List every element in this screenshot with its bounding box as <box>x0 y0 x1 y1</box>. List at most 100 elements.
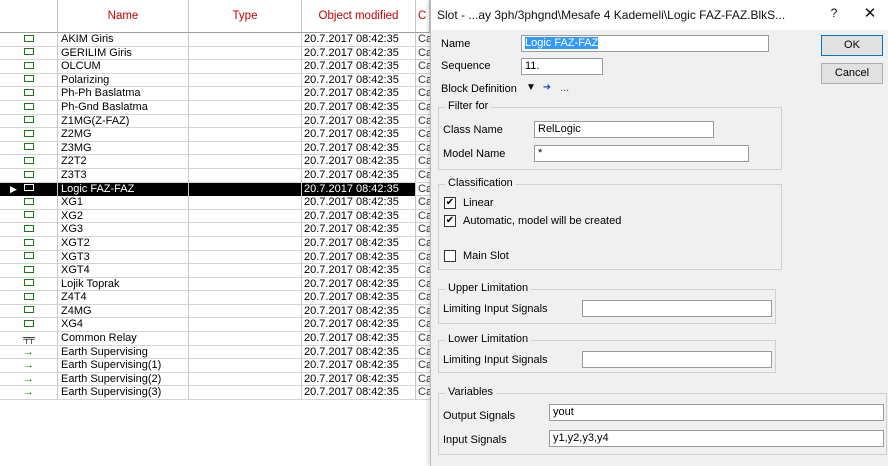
row-name: XG4 <box>58 318 189 332</box>
name-field[interactable]: Logic FAZ-FAZ <box>521 35 769 52</box>
table-row[interactable]: → Earth Supervising(3) 20.7.2017 08:42:35 C… <box>0 386 430 401</box>
check-icon: ✔ <box>445 197 455 208</box>
arrow-right-icon: → <box>23 359 34 372</box>
column-header-extra[interactable]: C <box>416 0 430 33</box>
row-modified: 20.7.2017 08:42:35 <box>302 236 416 250</box>
row-modified: 20.7.2017 08:42:35 <box>302 264 416 278</box>
slot-icon <box>23 48 34 56</box>
slot-icon <box>23 252 34 260</box>
block-definition-ellipsis[interactable]: ... <box>560 82 569 94</box>
table-row[interactable]: ╤╤ Common Relay 20.7.2017 08:42:35 Ca <box>0 332 430 346</box>
table-row[interactable]: XG4 20.7.2017 08:42:35 Ca <box>0 318 430 333</box>
arrow-right-icon: → <box>23 386 34 399</box>
slot-icon <box>23 156 34 164</box>
dialog-title: Slot - ...ay 3ph/3phgnd\Mesafe 4 Kademel… <box>437 8 786 22</box>
column-header-modified[interactable]: Object modified <box>302 0 416 33</box>
table-row[interactable]: → Earth Supervising 20.7.2017 08:42:35 Ca <box>0 345 430 360</box>
row-type <box>189 209 302 223</box>
row-name: Z3MG <box>58 141 189 155</box>
row-extra: Ca <box>418 332 430 345</box>
ok-button[interactable]: OK <box>821 35 883 56</box>
classification-group: Classification ✔ Linear ✔ Automatic, mod… <box>438 177 782 270</box>
row-type <box>189 141 302 155</box>
row-type <box>189 155 302 169</box>
table-row[interactable]: XG1 20.7.2017 08:42:35 Ca <box>0 196 430 210</box>
row-type <box>189 168 302 182</box>
row-extra: Ca <box>418 264 430 277</box>
class-name-label: Class Name <box>443 124 503 136</box>
row-icon-cell <box>0 318 58 332</box>
table-row[interactable]: Z4MG 20.7.2017 08:42:35 Ca <box>0 304 430 319</box>
table-row[interactable]: Polarizing 20.7.2017 08:42:35 Ca <box>0 73 430 88</box>
column-header-icon[interactable] <box>0 0 58 33</box>
slot-icon <box>23 292 34 300</box>
table-row[interactable]: Z3T3 20.7.2017 08:42:35 Ca <box>0 168 430 183</box>
table-row[interactable]: Z2MG 20.7.2017 08:42:35 Ca <box>0 128 430 142</box>
table-row[interactable]: XGT4 20.7.2017 08:42:35 Ca <box>0 264 430 278</box>
table-row[interactable]: → Earth Supervising(1) 20.7.2017 08:42:35 C… <box>0 359 430 373</box>
dialog-titlebar[interactable]: Slot - ...ay 3ph/3phgnd\Mesafe 4 Kademel… <box>431 0 888 30</box>
table-row[interactable]: OLCUM 20.7.2017 08:42:35 Ca <box>0 60 430 74</box>
table-row[interactable]: Lojik Toprak 20.7.2017 08:42:35 Ca <box>0 277 430 292</box>
table-row[interactable]: XG3 20.7.2017 08:42:35 Ca <box>0 223 430 237</box>
row-name: XG2 <box>58 209 189 223</box>
lower-limiting-field[interactable] <box>582 351 772 368</box>
column-header-type[interactable]: Type <box>189 0 302 33</box>
table-row[interactable]: Z1MG(Z-FAZ) 20.7.2017 08:42:35 Ca <box>0 114 430 129</box>
table-row[interactable]: XG2 20.7.2017 08:42:35 Ca <box>0 209 430 224</box>
automatic-checkbox[interactable]: ✔ <box>444 215 456 227</box>
table-row[interactable]: XGT3 20.7.2017 08:42:35 Ca <box>0 250 430 265</box>
model-name-field[interactable]: * <box>534 145 749 162</box>
table-row[interactable]: GERILIM Giris 20.7.2017 08:42:35 Ca <box>0 46 430 61</box>
slot-icon <box>23 197 34 205</box>
lower-limitation-title: Lower Limitation <box>445 333 532 345</box>
row-extra: Ca <box>418 318 430 331</box>
sequence-field[interactable]: 11. <box>521 58 603 75</box>
output-signals-label: Output Signals <box>443 410 516 422</box>
row-icon-cell <box>0 250 58 264</box>
class-name-field[interactable]: RelLogic <box>534 121 714 138</box>
table-row[interactable]: Z2T2 20.7.2017 08:42:35 Ca <box>0 155 430 169</box>
slot-icon <box>23 143 34 151</box>
column-header-name[interactable]: Name <box>58 0 189 33</box>
row-modified: 20.7.2017 08:42:35 <box>302 141 416 155</box>
row-modified: 20.7.2017 08:42:35 <box>302 155 416 169</box>
help-button[interactable]: ? <box>824 6 844 24</box>
slot-dialog: Slot - ...ay 3ph/3phgnd\Mesafe 4 Kademel… <box>430 0 888 466</box>
upper-limiting-field[interactable] <box>582 300 772 317</box>
chevron-down-icon[interactable]: ▼ <box>523 81 539 95</box>
row-type <box>189 304 302 318</box>
row-extra: Ca <box>418 114 430 127</box>
close-button[interactable]: ✕ <box>859 4 881 24</box>
row-icon-cell <box>0 168 58 182</box>
upper-limitation-title: Upper Limitation <box>445 282 532 294</box>
cancel-button[interactable]: Cancel <box>821 63 883 84</box>
linear-checkbox[interactable]: ✔ <box>444 197 456 209</box>
table-row[interactable]: Ph-Ph Baslatma 20.7.2017 08:42:35 Ca <box>0 87 430 101</box>
table-row[interactable]: AKIM Giris 20.7.2017 08:42:35 Ca <box>0 33 430 47</box>
row-type <box>189 359 302 373</box>
table-row[interactable]: Ph-Gnd Baslatma 20.7.2017 08:42:35 Ca <box>0 100 430 115</box>
table-row[interactable]: XGT2 20.7.2017 08:42:35 Ca <box>0 236 430 251</box>
jump-arrow-icon[interactable]: ➜ <box>539 81 555 95</box>
input-signals-field[interactable]: y1,y2,y3,y4 <box>549 430 884 447</box>
row-name: Logic FAZ-FAZ <box>58 182 189 196</box>
table-row[interactable]: Z4T4 20.7.2017 08:42:35 Ca <box>0 291 430 305</box>
slot-icon <box>23 265 34 273</box>
output-signals-field[interactable]: yout <box>549 404 884 421</box>
row-extra: Ca <box>418 345 430 358</box>
row-icon-cell <box>0 223 58 237</box>
table-row[interactable]: ▶ Logic FAZ-FAZ 20.7.2017 08:42:35 Ca <box>0 182 430 197</box>
row-type <box>189 128 302 142</box>
row-icon-cell <box>0 128 58 142</box>
row-name: XGT4 <box>58 264 189 278</box>
table-row[interactable]: → Earth Supervising(2) 20.7.2017 08:42:35 C… <box>0 372 430 387</box>
row-modified: 20.7.2017 08:42:35 <box>302 46 416 60</box>
main-slot-checkbox[interactable] <box>444 250 456 262</box>
table-row[interactable]: Z3MG 20.7.2017 08:42:35 Ca <box>0 141 430 156</box>
row-icon-cell: → <box>0 345 58 359</box>
upper-limitation-group: Upper Limitation Limiting Input Signals <box>438 282 776 324</box>
row-extra: Ca <box>418 372 430 385</box>
slot-icon <box>23 102 34 110</box>
row-icon-cell <box>0 60 58 74</box>
